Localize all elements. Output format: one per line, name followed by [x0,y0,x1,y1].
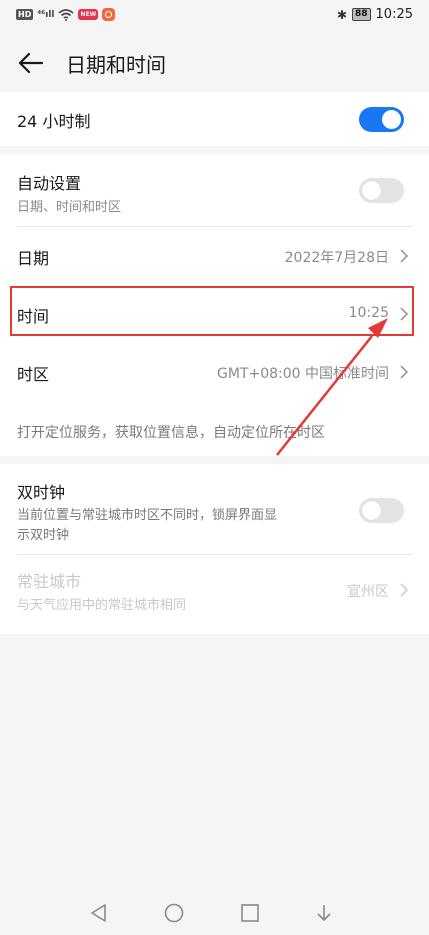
dual-clock-sub-line1: 当前位置与常驻城市时区不同时，锁屏界面显 [17,508,278,523]
nav-home-icon[interactable] [163,902,185,924]
hour24-label: 24 小时制 [17,112,91,131]
dual-clock-toggle[interactable] [359,498,404,523]
highlight-box [10,286,414,336]
dual-clock-sub-line2: 示双时钟 [17,528,70,543]
battery-icon: 88 [352,8,371,21]
toggle-knob [362,181,381,200]
auto-setting-row[interactable]: 自动设置 日期、时间和时区 [0,154,429,224]
back-arrow-icon[interactable] [16,48,46,78]
toggle-knob [362,501,381,520]
hd-badge: HD [16,9,34,20]
divider [17,554,412,555]
auto-setting-toggle[interactable] [359,178,404,203]
hour24-toggle[interactable] [359,107,404,132]
status-time: 10:25 [375,7,413,22]
nav-back-icon[interactable] [88,902,110,924]
home-city-label: 常驻城市 [17,572,82,591]
home-city-sub: 与天气应用中的常驻城市相同 [17,598,187,613]
date-row[interactable]: 日期 2022年7月28日 [0,227,429,285]
chevron-right-icon [400,583,409,597]
home-city-row: 常驻城市 与天气应用中的常驻城市相同 宣州区 [0,556,429,626]
date-label: 日期 [17,249,50,268]
auto-setting-label: 自动设置 [17,174,82,193]
chevron-right-icon [400,365,409,379]
date-value: 2022年7月28日 [284,250,389,266]
dual-clock-row[interactable]: 双时钟 当前位置与常驻城市时区不同时，锁屏界面显 示双时钟 [0,464,429,552]
auto-setting-sub: 日期、时间和时区 [17,200,122,215]
notification-badge: NEW [78,9,99,20]
status-left: HD ⁴⁶ıll NEW [16,8,116,21]
dual-clock-label: 双时钟 [17,483,66,502]
timezone-row[interactable]: 时区 GMT+08:00 中国标准时间 [0,344,429,402]
timezone-hint: 打开定位服务，获取位置信息，自动定位所在时区 [17,425,325,441]
app-notification-icon [102,8,116,21]
nav-recents-icon[interactable] [239,902,261,924]
bluetooth-icon: ✱ [336,7,347,22]
timezone-label: 时区 [17,365,50,384]
status-right: ✱ 88 10:25 [337,7,413,22]
nav-down-icon[interactable] [313,902,335,924]
chevron-right-icon [400,249,409,263]
card-dual-clock: 双时钟 当前位置与常驻城市时区不同时，锁屏界面显 示双时钟 常驻城市 与天气应用… [0,464,429,634]
status-bar: HD ⁴⁶ıll NEW ✱ 88 10:25 [0,0,429,34]
toggle-knob [382,110,401,129]
signal-icon: ⁴⁶ıll [37,9,55,20]
system-nav-bar [0,890,429,935]
header: 日期和时间 [0,34,429,92]
card-24hour: 24 小时制 [0,92,429,146]
wifi-icon [58,8,75,21]
timezone-value: GMT+08:00 中国标准时间 [216,366,389,382]
home-city-value: 宣州区 [347,584,389,600]
page-title: 日期和时间 [66,53,166,77]
